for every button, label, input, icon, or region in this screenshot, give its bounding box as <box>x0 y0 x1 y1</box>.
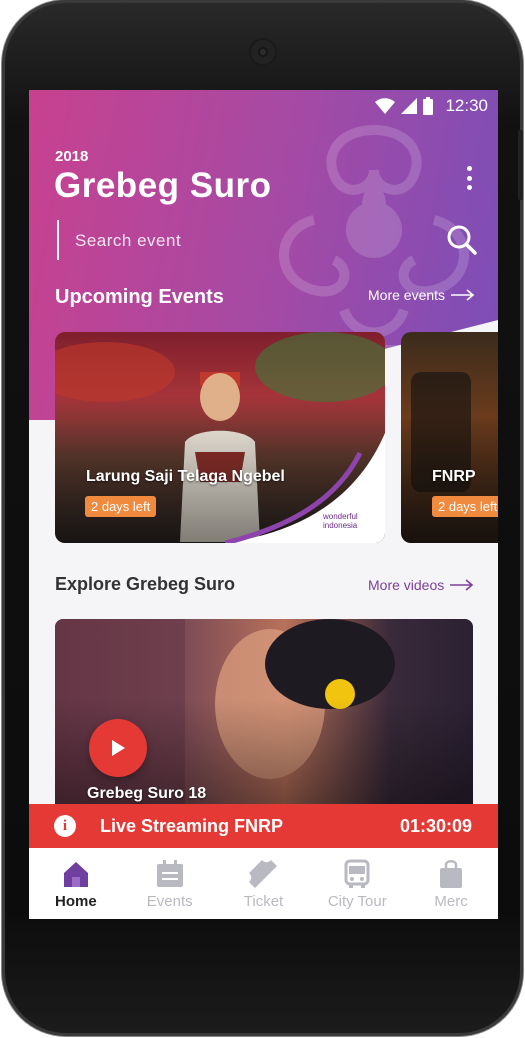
event-name: FNRP <box>432 468 476 485</box>
more-events-link[interactable]: More events <box>368 287 475 303</box>
arrow-right-icon <box>450 579 474 591</box>
info-icon: i <box>54 815 76 837</box>
nav-item-events[interactable]: Events <box>123 848 217 919</box>
arrow-right-icon <box>451 289 475 301</box>
event-card[interactable]: FNRP 2 days left <box>401 332 498 543</box>
upcoming-events-title: Upcoming Events <box>55 286 224 308</box>
header-year: 2018 <box>55 148 89 165</box>
live-streaming-bar[interactable]: i Live Streaming FNRP 01:30:09 <box>29 804 498 848</box>
nav-label: Home <box>55 893 97 910</box>
nav-label: Merc <box>434 893 468 910</box>
more-events-label: More events <box>368 287 446 303</box>
more-options-icon[interactable] <box>465 166 473 190</box>
bus-icon <box>344 859 370 888</box>
days-left-badge: 2 days left <box>432 496 498 517</box>
search-input[interactable] <box>73 226 417 256</box>
app-screen: 12:30 2018 Grebeg Suro Upcoming Events M… <box>29 90 498 919</box>
nav-item-ticket[interactable]: Ticket <box>217 848 311 919</box>
home-icon <box>63 862 88 887</box>
live-timer: 01:30:09 <box>399 816 472 836</box>
nav-label: Ticket <box>243 893 284 910</box>
explore-title: Explore Grebeg Suro <box>55 574 236 594</box>
battery-icon <box>423 97 434 115</box>
search-icon[interactable] <box>446 224 478 256</box>
search-cursor-line <box>57 220 59 260</box>
front-camera <box>251 40 275 64</box>
shopping-bag-icon <box>440 860 463 888</box>
bottom-nav: Home Events Ticket City Tour Merc <box>29 848 498 919</box>
ticket-icon <box>249 860 278 888</box>
event-card[interactable]: Larung Saji Telaga Ngebel 2 days left wo… <box>55 332 385 543</box>
days-left-badge: 2 days left <box>85 496 157 517</box>
live-title: Live Streaming FNRP <box>100 816 284 836</box>
video-card[interactable]: Grebeg Suro 18 <box>55 619 473 819</box>
phone-frame: 12:30 2018 Grebeg Suro Upcoming Events M… <box>2 0 523 1036</box>
status-time: 12:30 <box>445 96 488 115</box>
nav-item-merc[interactable]: Merc <box>404 848 498 919</box>
wifi-icon <box>375 98 396 114</box>
video-title: Grebeg Suro 18 <box>87 785 207 802</box>
nav-item-home[interactable]: Home <box>29 848 123 919</box>
event-name: Larung Saji Telaga Ngebel <box>86 468 285 485</box>
side-button <box>518 130 523 200</box>
nav-item-city-tour[interactable]: City Tour <box>310 848 404 919</box>
status-bar: 12:30 <box>375 96 488 116</box>
more-videos-label: More videos <box>368 577 445 593</box>
wonderful-indonesia-logo: wonderful indonesia <box>323 512 358 530</box>
calendar-icon <box>156 860 183 887</box>
signal-icon <box>401 98 418 114</box>
play-button[interactable] <box>89 719 147 777</box>
play-icon <box>112 740 125 756</box>
nav-label: City Tour <box>327 893 387 910</box>
more-videos-link[interactable]: More videos <box>368 577 474 593</box>
search-bar <box>57 220 477 260</box>
nav-label: Events <box>146 893 193 910</box>
page-title: Grebeg Suro <box>54 166 272 205</box>
